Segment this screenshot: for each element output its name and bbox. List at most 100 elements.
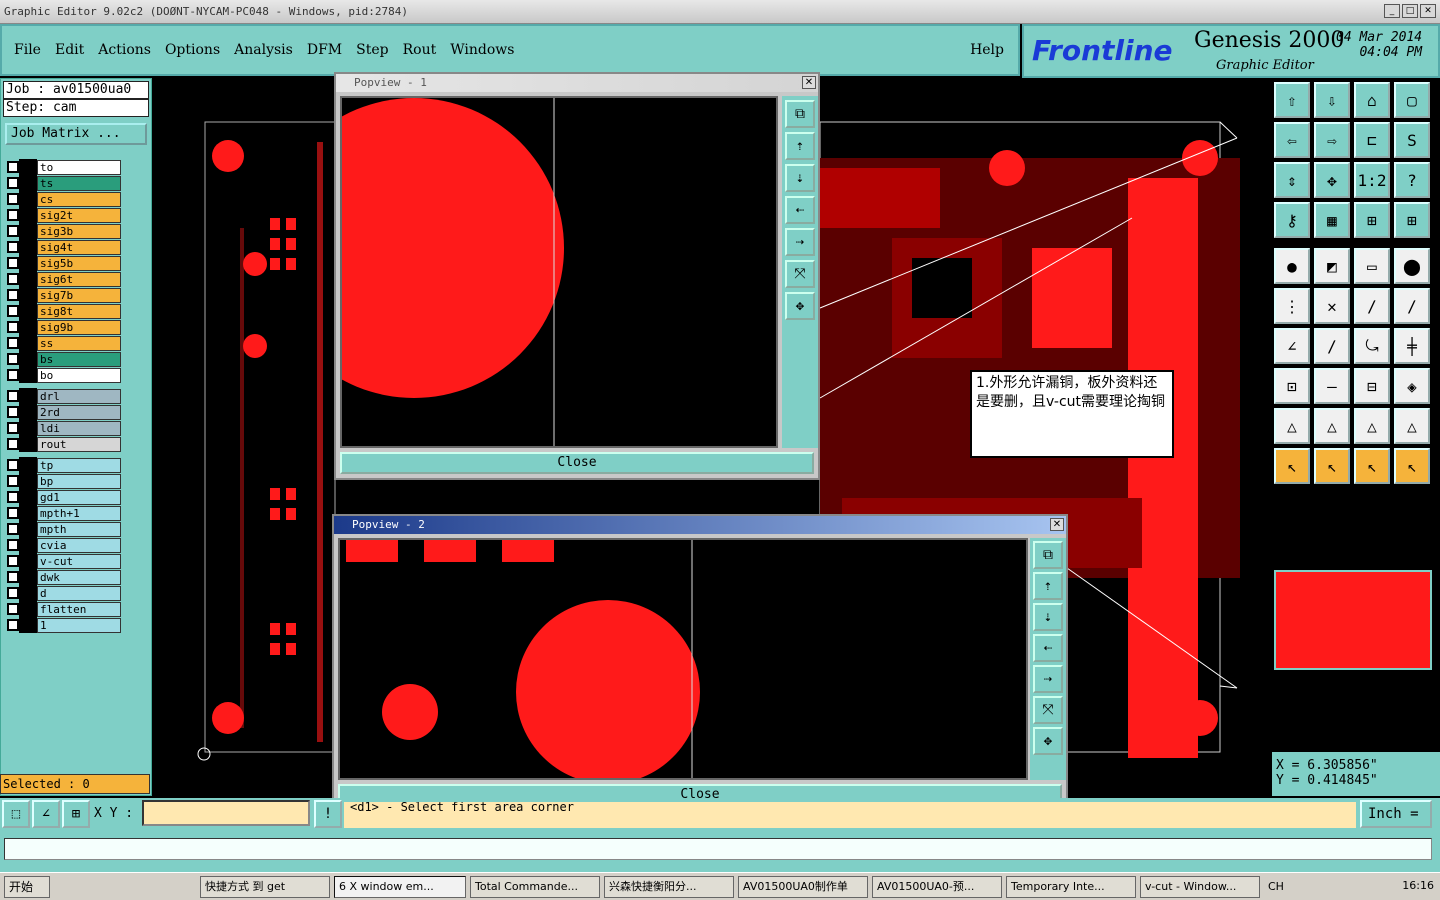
cross-icon[interactable]: ✕ bbox=[1314, 288, 1350, 324]
layer-row[interactable]: sig8t bbox=[3, 303, 121, 319]
left-arrow-icon[interactable]: ⇦ bbox=[1274, 122, 1310, 158]
popview-1-close-icon[interactable]: ✕ bbox=[802, 76, 816, 89]
pointer-circle-icon[interactable]: ↖ bbox=[1354, 448, 1390, 484]
question-icon[interactable]: ? bbox=[1394, 162, 1430, 198]
layer-name[interactable]: sig2t bbox=[37, 207, 121, 223]
menu-step[interactable]: Step bbox=[356, 42, 388, 58]
layer-name[interactable]: ss bbox=[37, 335, 121, 351]
menu-rout[interactable]: Rout bbox=[403, 42, 437, 58]
split-icon[interactable]: ⊏ bbox=[1354, 122, 1390, 158]
popview-2-pan-down-icon[interactable]: ⇣ bbox=[1033, 603, 1063, 631]
layer-name[interactable]: cvia bbox=[37, 537, 121, 553]
layer-name[interactable]: sig9b bbox=[37, 319, 121, 335]
layer-row[interactable]: sig3b bbox=[3, 223, 121, 239]
layer-row[interactable]: sig5b bbox=[3, 255, 121, 271]
layer-row[interactable]: tp bbox=[3, 457, 121, 473]
layer-name[interactable]: tp bbox=[37, 457, 121, 473]
taskbar-item-vcut[interactable]: v-cut - Window... bbox=[1140, 875, 1260, 898]
layer-name[interactable]: v-cut bbox=[37, 553, 121, 569]
arc-icon[interactable]: ⤿ bbox=[1354, 328, 1390, 364]
layer-name[interactable]: drl bbox=[37, 388, 121, 404]
layer-row[interactable]: ldi bbox=[3, 420, 121, 436]
menu-analysis[interactable]: Analysis bbox=[234, 42, 293, 58]
popview-1-zoom-out-icon[interactable]: ✥ bbox=[785, 292, 815, 320]
line-dot-icon[interactable]: ∕ bbox=[1354, 288, 1390, 324]
layer-checkbox[interactable] bbox=[7, 209, 19, 221]
layer-checkbox[interactable] bbox=[7, 459, 19, 471]
layer-name[interactable]: sig8t bbox=[37, 303, 121, 319]
job-matrix-button[interactable]: Job Matrix ... bbox=[5, 123, 147, 145]
layer-name[interactable]: 1 bbox=[37, 617, 121, 633]
popview-2-zoom-fit-icon[interactable]: ⧉ bbox=[1033, 541, 1063, 569]
pointer-path-icon[interactable]: ↖ bbox=[1394, 448, 1430, 484]
layer-row[interactable]: mpth bbox=[3, 521, 121, 537]
minus-icon[interactable]: — bbox=[1314, 368, 1350, 404]
line-dot-blue-icon[interactable]: ∕ bbox=[1394, 288, 1430, 324]
layer-name[interactable]: gd1 bbox=[37, 489, 121, 505]
layer-checkbox[interactable] bbox=[7, 225, 19, 237]
menu-dfm[interactable]: DFM bbox=[307, 42, 342, 58]
layer-name[interactable]: sig6t bbox=[37, 271, 121, 287]
layer-name[interactable]: sig4t bbox=[37, 239, 121, 255]
layer-checkbox[interactable] bbox=[7, 353, 19, 365]
layer-row[interactable]: ts bbox=[3, 175, 121, 191]
popview-2-close-icon[interactable]: ✕ bbox=[1050, 518, 1064, 531]
layer-row[interactable]: gd1 bbox=[3, 489, 121, 505]
popview-2-pan-left-icon[interactable]: ⇠ bbox=[1033, 634, 1063, 662]
ratio-icon[interactable]: 1:2 bbox=[1354, 162, 1390, 198]
menu-file[interactable]: File bbox=[14, 42, 41, 58]
popview-1-zoom-in-icon[interactable]: ⤧ bbox=[785, 260, 815, 288]
s-curve-icon[interactable]: S bbox=[1394, 122, 1430, 158]
tri-z-icon[interactable]: △ bbox=[1394, 408, 1430, 444]
popview-2-pan-right-icon[interactable]: ⇢ bbox=[1033, 665, 1063, 693]
node-icon[interactable]: ⋮ bbox=[1274, 288, 1310, 324]
layer-name[interactable]: 2rd bbox=[37, 404, 121, 420]
layer-row[interactable]: bo bbox=[3, 367, 121, 383]
layer-name[interactable]: bs bbox=[37, 351, 121, 367]
layer-checkbox[interactable] bbox=[7, 321, 19, 333]
layer-row[interactable]: bp bbox=[3, 473, 121, 489]
layer-name[interactable]: cs bbox=[37, 191, 121, 207]
layer-row[interactable]: drl bbox=[3, 388, 121, 404]
pointer-box-icon[interactable]: ↖ bbox=[1314, 448, 1350, 484]
layer-row[interactable]: d bbox=[3, 585, 121, 601]
dot-icon[interactable]: ⬤ bbox=[1394, 248, 1430, 284]
menu-options[interactable]: Options bbox=[165, 42, 220, 58]
circle-fill-icon[interactable]: ● bbox=[1274, 248, 1310, 284]
layer-row[interactable]: sig6t bbox=[3, 271, 121, 287]
layer-checkbox[interactable] bbox=[7, 491, 19, 503]
ff-icon[interactable]: ╪ bbox=[1394, 328, 1430, 364]
popview-1-pan-up-icon[interactable]: ⇡ bbox=[785, 132, 815, 160]
layer-row[interactable]: rout bbox=[3, 436, 121, 452]
start-button[interactable]: 开始 bbox=[4, 875, 50, 898]
layer-row[interactable]: dwk bbox=[3, 569, 121, 585]
popview-1-pan-left-icon[interactable]: ⇠ bbox=[785, 196, 815, 224]
layer-row[interactable]: bs bbox=[3, 351, 121, 367]
layer-checkbox[interactable] bbox=[7, 555, 19, 567]
expand-icon[interactable]: ⇕ bbox=[1274, 162, 1310, 198]
measure-tool-icon[interactable]: ∠ bbox=[32, 800, 60, 828]
layer-row[interactable]: 1 bbox=[3, 617, 121, 633]
taskbar-item-xwindow[interactable]: 6 X window em... bbox=[334, 875, 466, 898]
layer-checkbox[interactable] bbox=[7, 289, 19, 301]
close-window-button[interactable]: ✕ bbox=[1420, 4, 1436, 18]
layer-checkbox[interactable] bbox=[7, 475, 19, 487]
layer-checkbox[interactable] bbox=[7, 523, 19, 535]
language-indicator[interactable]: CH bbox=[1268, 880, 1284, 893]
layer-checkbox[interactable] bbox=[7, 603, 19, 615]
tri-k-icon[interactable]: △ bbox=[1314, 408, 1350, 444]
layer-name[interactable]: d bbox=[37, 585, 121, 601]
layer-row[interactable]: flatten bbox=[3, 601, 121, 617]
layer-checkbox[interactable] bbox=[7, 507, 19, 519]
popview-1-pan-right-icon[interactable]: ⇢ bbox=[785, 228, 815, 256]
layer-checkbox[interactable] bbox=[7, 587, 19, 599]
layer-row[interactable]: cvia bbox=[3, 537, 121, 553]
unit-selector[interactable]: Inch = bbox=[1360, 800, 1432, 828]
xy-input[interactable] bbox=[142, 800, 310, 826]
move-icon[interactable]: ✥ bbox=[1314, 162, 1350, 198]
layer-checkbox[interactable] bbox=[7, 257, 19, 269]
alert-icon[interactable]: ! bbox=[314, 800, 342, 828]
popview-2-canvas[interactable] bbox=[338, 538, 1028, 780]
layer-checkbox[interactable] bbox=[7, 193, 19, 205]
layer-row[interactable]: sig7b bbox=[3, 287, 121, 303]
